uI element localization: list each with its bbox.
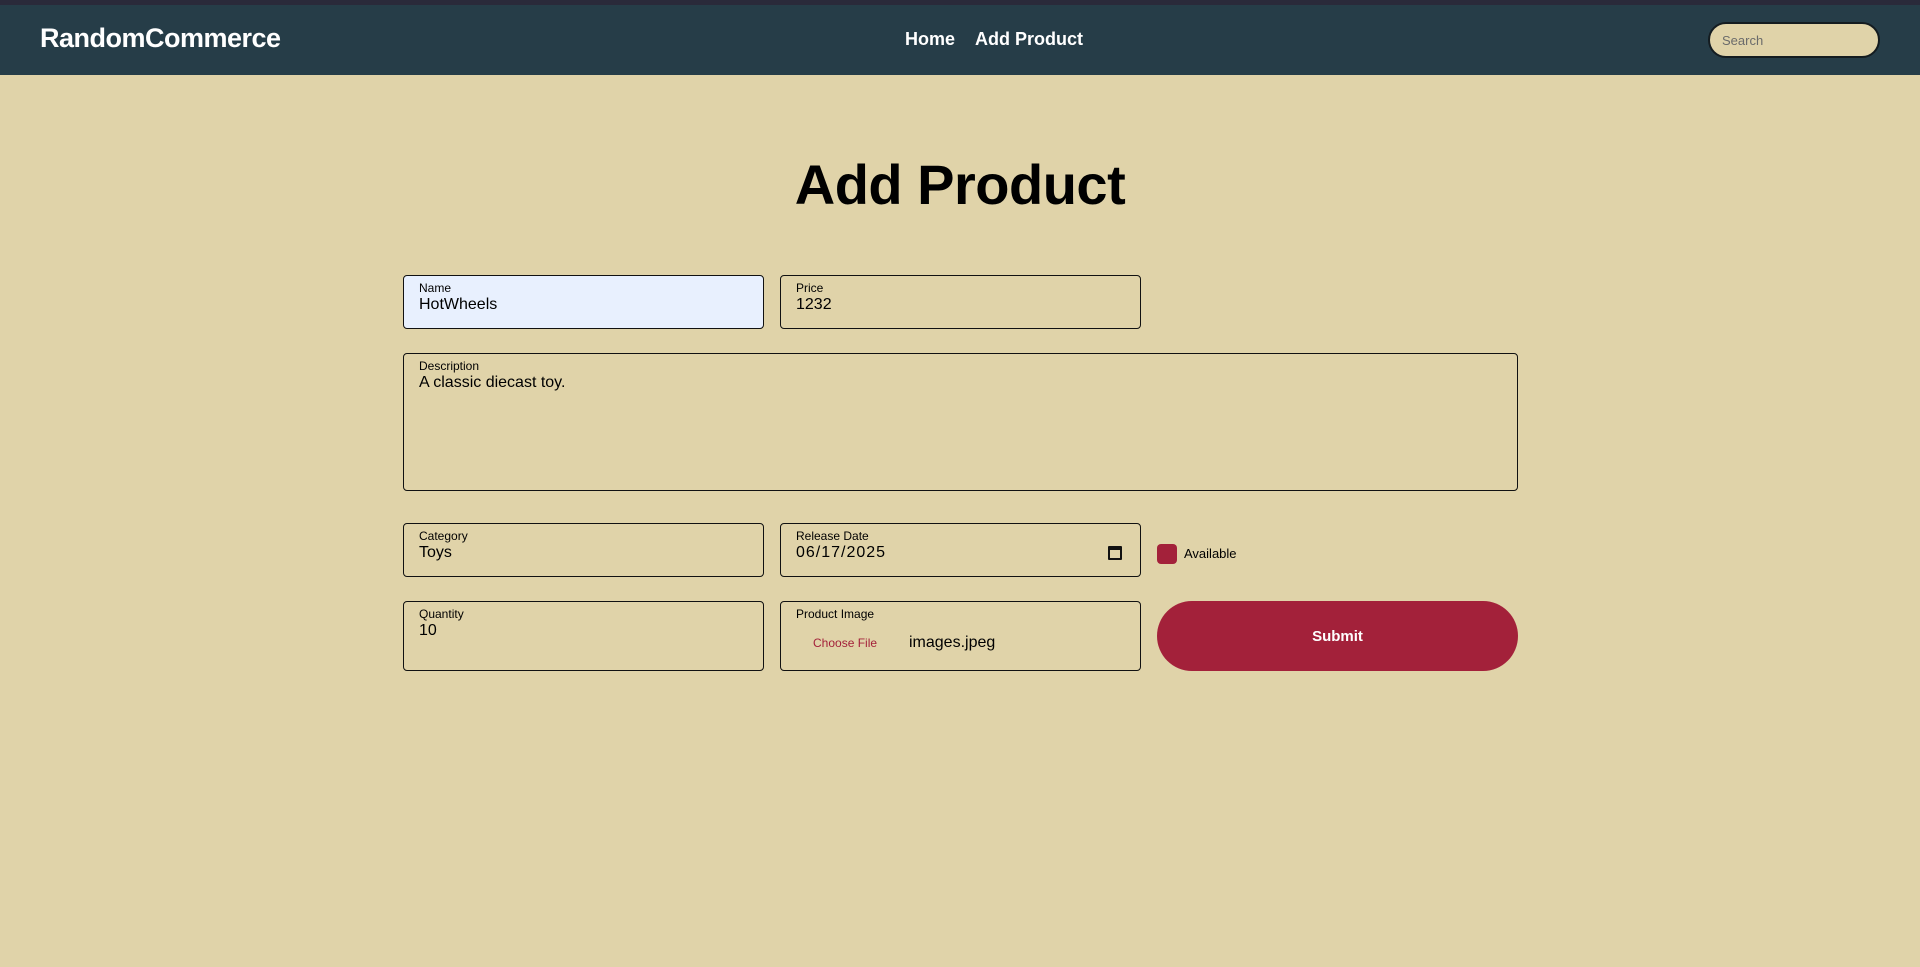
available-label: Available [1184, 546, 1237, 561]
release-date-field[interactable]: Release Date 06/17/2025 [780, 523, 1141, 577]
search-input[interactable] [1708, 22, 1880, 58]
price-label: Price [796, 281, 824, 295]
nav-home-link[interactable]: Home [905, 29, 955, 50]
price-input[interactable]: 1232 [796, 296, 1125, 314]
price-field[interactable]: Price 1232 [780, 275, 1141, 329]
selected-file-name: images.jpeg [909, 634, 996, 651]
quantity-input[interactable]: 10 [419, 622, 748, 640]
quantity-label: Quantity [419, 607, 464, 621]
quantity-field[interactable]: Quantity 10 [403, 601, 764, 671]
submit-button[interactable]: Submit [1157, 601, 1518, 671]
description-label: Description [419, 359, 480, 373]
navbar: RandomCommerce Home Add Product [0, 5, 1920, 75]
release-date-input[interactable]: 06/17/2025 [796, 544, 1125, 562]
category-label: Category [419, 529, 468, 543]
name-field[interactable]: Name HotWheels [403, 275, 764, 329]
nav-add-product-link[interactable]: Add Product [975, 29, 1083, 50]
product-image-label: Product Image [796, 607, 875, 621]
name-input[interactable]: HotWheels [419, 296, 748, 314]
description-textarea[interactable]: A classic diecast toy. [419, 374, 1502, 392]
brand-logo[interactable]: RandomCommerce [40, 23, 281, 54]
nav-links: Home Add Product [905, 29, 1083, 50]
product-image-field: Product Image Choose File images.jpeg [780, 601, 1141, 671]
description-field[interactable]: Description A classic diecast toy. [403, 353, 1518, 491]
available-checkbox[interactable] [1157, 544, 1177, 564]
calendar-icon[interactable] [1108, 546, 1122, 560]
page-title: Add Product [794, 153, 1126, 216]
name-label: Name [419, 281, 452, 295]
release-date-label: Release Date [796, 529, 869, 543]
choose-file-button[interactable]: Choose File [813, 636, 877, 650]
category-input[interactable]: Toys [419, 544, 748, 562]
category-field[interactable]: Category Toys [403, 523, 764, 577]
